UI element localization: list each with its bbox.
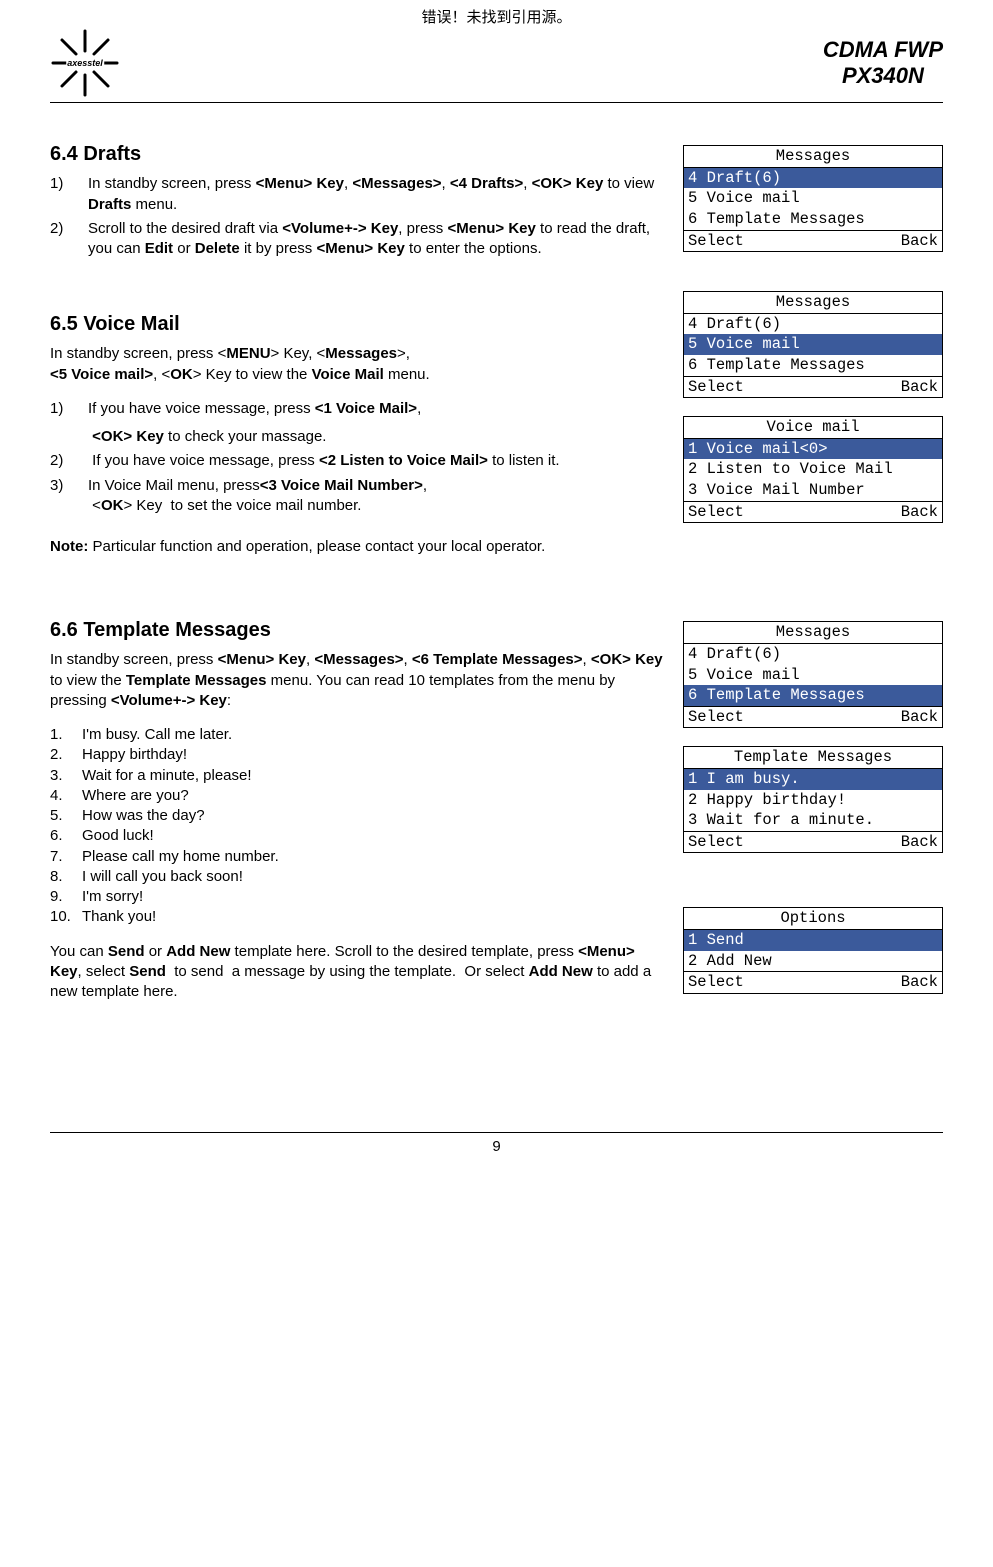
list-item-text: I'm busy. Call me later. xyxy=(78,725,665,745)
menu-item-selected[interactable]: 1 I am busy. xyxy=(684,769,942,790)
softkey-select[interactable]: Select xyxy=(688,378,744,397)
menu-title: Messages xyxy=(684,622,942,644)
softkey-back[interactable]: Back xyxy=(901,833,938,852)
list-index: 1. xyxy=(50,725,78,745)
step-index: 2) xyxy=(50,451,84,471)
intro-text: <5 Voice mail>, <OK> Key to view the Voi… xyxy=(50,365,665,385)
list-item-text: Thank you! xyxy=(78,907,665,927)
template-list: 1.I'm busy. Call me later. 2.Happy birth… xyxy=(50,725,665,928)
title-line2: PX340N xyxy=(823,63,943,89)
error-text: 错误！未找到引用源。 xyxy=(50,8,943,28)
menu-title: Voice mail xyxy=(684,417,942,439)
phone-menu-voicemail: Voice mail 1 Voice mail<0> 2 Listen to V… xyxy=(683,416,943,523)
menu-item[interactable]: 5 Voice mail xyxy=(684,665,942,686)
list-item-text: Good luck! xyxy=(78,826,665,846)
page-number: 9 xyxy=(492,1138,500,1155)
menu-item[interactable]: 3 Voice Mail Number xyxy=(684,480,942,501)
list-index: 9. xyxy=(50,887,78,907)
list-item-text: Wait for a minute, please! xyxy=(78,766,665,786)
title-line1: CDMA FWP xyxy=(823,37,943,63)
drafts-steps: 1) In standby screen, press <Menu> Key, … xyxy=(50,174,665,259)
voicemail-steps: 1) If you have voice message, press <1 V… xyxy=(50,399,665,516)
menu-item[interactable]: 6 Template Messages xyxy=(684,355,942,376)
axesstel-logo: axesstel xyxy=(50,28,120,98)
list-item-text: I will call you back soon! xyxy=(78,867,665,887)
step-body: Scroll to the desired draft via <Volume+… xyxy=(84,219,665,260)
softkey-back[interactable]: Back xyxy=(901,973,938,992)
menu-item-selected[interactable]: 1 Voice mail<0> xyxy=(684,439,942,460)
softkey-select[interactable]: Select xyxy=(688,833,744,852)
intro-text: In standby screen, press <MENU> Key, <Me… xyxy=(50,344,665,364)
section-template-messages: 6.6 Template Messages In standby screen,… xyxy=(50,597,943,1002)
menu-item[interactable]: 3 Wait for a minute. xyxy=(684,810,942,831)
menu-title: Options xyxy=(684,908,942,930)
intro-text: In standby screen, press <Menu> Key, <Me… xyxy=(50,650,665,711)
menu-item[interactable]: 5 Voice mail xyxy=(684,188,942,209)
softkey-select[interactable]: Select xyxy=(688,232,744,251)
heading-6-4: 6.4 Drafts xyxy=(50,141,665,168)
menu-item-selected[interactable]: 5 Voice mail xyxy=(684,334,942,355)
outro-text: You can Send or Add New template here. S… xyxy=(50,942,665,1003)
step-body: In Voice Mail menu, press<3 Voice Mail N… xyxy=(84,476,665,517)
list-index: 3. xyxy=(50,766,78,786)
softkey-back[interactable]: Back xyxy=(901,708,938,727)
list-item-text: Happy birthday! xyxy=(78,745,665,765)
list-item-text: Where are you? xyxy=(78,786,665,806)
logo-text: axesstel xyxy=(66,57,104,69)
list-index: 4. xyxy=(50,786,78,806)
phone-menu-options: Options 1 Send 2 Add New Select Back xyxy=(683,907,943,993)
menu-item[interactable]: 6 Template Messages xyxy=(684,209,942,230)
section-drafts: 6.4 Drafts 1) In standby screen, press <… xyxy=(50,121,943,263)
softkey-back[interactable]: Back xyxy=(901,232,938,251)
menu-item[interactable]: 2 Add New xyxy=(684,951,942,972)
step-body: In standby screen, press <Menu> Key, <Me… xyxy=(84,174,665,215)
step-index: 2) xyxy=(50,219,84,260)
list-index: 5. xyxy=(50,806,78,826)
menu-item-selected[interactable]: 6 Template Messages xyxy=(684,685,942,706)
phone-menu-template-list: Template Messages 1 I am busy. 2 Happy b… xyxy=(683,746,943,853)
note-text: Note: Particular function and operation,… xyxy=(50,537,943,557)
phone-menu-drafts: Messages 4 Draft(6) 5 Voice mail 6 Templ… xyxy=(683,145,943,252)
softkey-back[interactable]: Back xyxy=(901,378,938,397)
section-voice-mail: 6.5 Voice Mail In standby screen, press … xyxy=(50,291,943,557)
menu-item-selected[interactable]: 1 Send xyxy=(684,930,942,951)
step-index: 1) xyxy=(50,174,84,215)
menu-item[interactable]: 4 Draft(6) xyxy=(684,314,942,335)
heading-6-6: 6.6 Template Messages xyxy=(50,617,665,644)
product-title: CDMA FWP PX340N xyxy=(823,37,943,90)
list-index: 7. xyxy=(50,847,78,867)
phone-menu-messages-template: Messages 4 Draft(6) 5 Voice mail 6 Templ… xyxy=(683,621,943,728)
list-index: 6. xyxy=(50,826,78,846)
page-footer: 9 xyxy=(50,1132,943,1157)
phone-menu-messages-voicemail: Messages 4 Draft(6) 5 Voice mail 6 Templ… xyxy=(683,291,943,398)
menu-title: Messages xyxy=(684,292,942,314)
menu-item[interactable]: 2 Listen to Voice Mail xyxy=(684,459,942,480)
list-index: 8. xyxy=(50,867,78,887)
step-index: 3) xyxy=(50,476,84,517)
menu-item[interactable]: 4 Draft(6) xyxy=(684,644,942,665)
softkey-select[interactable]: Select xyxy=(688,503,744,522)
menu-title: Messages xyxy=(684,146,942,168)
list-item-text: Please call my home number. xyxy=(78,847,665,867)
step-body: If you have voice message, press <1 Voic… xyxy=(84,399,665,448)
step-body: If you have voice message, press <2 List… xyxy=(84,451,665,471)
step-index: 1) xyxy=(50,399,84,448)
list-index: 2. xyxy=(50,745,78,765)
heading-6-5: 6.5 Voice Mail xyxy=(50,311,665,338)
menu-item[interactable]: 2 Happy birthday! xyxy=(684,790,942,811)
page-header: axesstel CDMA FWP PX340N xyxy=(50,28,943,103)
menu-item-selected[interactable]: 4 Draft(6) xyxy=(684,168,942,189)
list-index: 10. xyxy=(50,907,78,927)
softkey-select[interactable]: Select xyxy=(688,973,744,992)
softkey-select[interactable]: Select xyxy=(688,708,744,727)
list-item-text: How was the day? xyxy=(78,806,665,826)
menu-title: Template Messages xyxy=(684,747,942,769)
list-item-text: I'm sorry! xyxy=(78,887,665,907)
softkey-back[interactable]: Back xyxy=(901,503,938,522)
